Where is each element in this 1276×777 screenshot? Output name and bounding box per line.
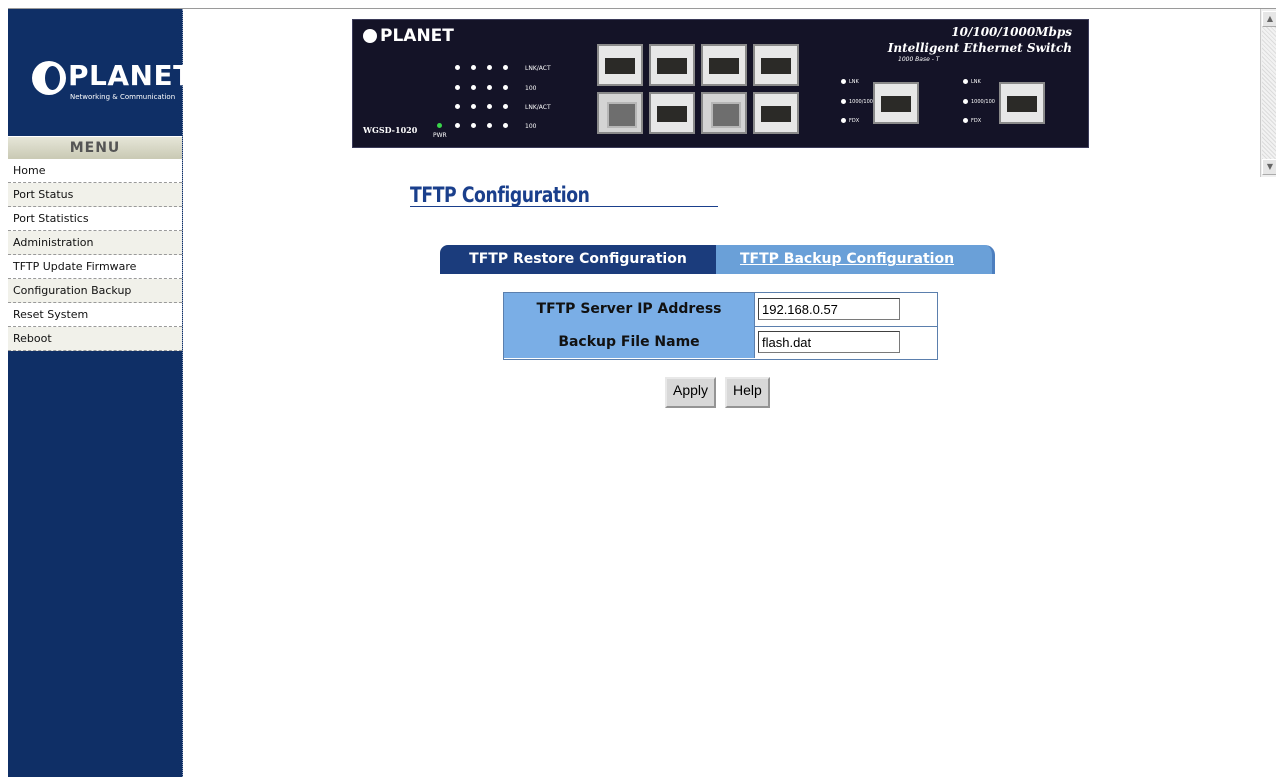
sidebar-item-port-status[interactable]: Port Status [8,183,182,207]
banner-title-line2: Intelligent Ethernet Switch [887,41,1072,55]
led-icon [471,85,476,90]
led-icon [455,85,460,90]
sidebar-menu: Home Port Status Port Statistics Adminis… [8,159,182,351]
sidebar-item-port-statistics[interactable]: Port Statistics [8,207,182,231]
switch-front-panel-banner: PLANET WGSD-1020 PWR LNK/ACT 100 LNK/ACT… [352,19,1089,148]
help-button[interactable]: Help [725,377,770,408]
header-scrollbar[interactable]: ▲ ▼ [1260,9,1276,177]
led-icon [963,118,968,123]
led-label: LNK/ACT [525,104,551,111]
planet-logo: PLANET Networking & Communication [8,9,192,136]
led-icon [455,123,460,128]
led-icon [503,104,508,109]
banner-title-line1: 10/100/1000Mbps [951,25,1072,39]
sidebar-item-reset-system[interactable]: Reset System [8,303,182,327]
sidebar-item-home[interactable]: Home [8,159,182,183]
rj45-port-icon [649,92,695,134]
rj45-port-icon [753,92,799,134]
tab-tftp-restore-configuration[interactable]: TFTP Restore Configuration [440,245,724,274]
banner-model: WGSD-1020 [363,125,418,135]
sidebar-item-tftp-update-firmware[interactable]: TFTP Update Firmware [8,255,182,279]
led-icon [841,118,846,123]
form-row-file-name: Backup File Name [504,326,937,358]
sidebar: PLANET Networking & Communication MENU H… [8,9,192,777]
sfp-port-icon [597,92,643,134]
rj45-port-icon [597,44,643,86]
led-label: LNK/ACT [525,65,551,72]
banner-pwr-label: PWR [433,132,447,139]
led-icon [503,85,508,90]
server-ip-input[interactable] [758,298,900,320]
form-row-server-ip: TFTP Server IP Address [504,293,937,327]
sidebar-item-administration[interactable]: Administration [8,231,182,255]
led-icon [487,104,492,109]
logo-tagline: Networking & Communication [70,93,176,101]
tftp-form-table: TFTP Server IP Address Backup File Name [503,292,938,360]
led-icon [471,65,476,70]
tab-tftp-backup-configuration[interactable]: TFTP Backup Configuration [716,245,995,274]
side-led-label: FDX [971,118,982,124]
logo-text: PLANET [68,59,193,92]
banner-subtitle: 1000 Base - T [898,56,940,63]
arrow-down-icon[interactable]: ▼ [1262,159,1276,175]
sidebar-item-configuration-backup[interactable]: Configuration Backup [8,279,182,303]
side-led-label: 1000/100 [971,99,995,105]
tab-tftp-backup-configuration-link[interactable]: TFTP Backup Configuration [716,251,954,267]
pwr-led-icon [437,123,442,128]
led-icon [963,79,968,84]
led-icon [841,79,846,84]
arrow-up-icon[interactable]: ▲ [1262,11,1276,27]
led-icon [455,104,460,109]
file-name-input[interactable] [758,331,900,353]
left-frame-edge [0,8,8,777]
menu-title: MENU [8,136,182,159]
rj45-port-icon [999,82,1045,124]
page-title: TFTP Configuration [410,183,590,207]
banner-title: 10/100/1000Mbps Intelligent Ethernet Swi… [888,24,1072,56]
planet-logo-icon [32,61,66,95]
led-icon [963,99,968,104]
side-led-label: LNK [971,79,981,85]
banner-brand-text: PLANET [380,26,454,46]
led-icon [471,123,476,128]
led-icon [503,65,508,70]
led-icon [471,104,476,109]
led-label: 100 [525,85,537,92]
led-icon [487,65,492,70]
side-led-label: FDX [849,118,860,124]
rj45-port-icon [649,44,695,86]
led-icon [487,85,492,90]
led-label: 100 [525,123,537,130]
led-icon [487,123,492,128]
file-name-label: Backup File Name [504,326,755,358]
led-icon [841,99,846,104]
rj45-port-icon [873,82,919,124]
sidebar-item-reboot[interactable]: Reboot [8,327,182,351]
title-underline [410,206,718,207]
rj45-port-icon [701,44,747,86]
window-top-border [0,0,1276,9]
side-led-label: LNK [849,79,859,85]
side-led-label: 1000/100 [849,99,873,105]
banner-logo: PLANET [363,26,454,46]
led-icon [455,65,460,70]
rj45-port-icon [753,44,799,86]
scrollbar-thumb[interactable] [1262,27,1276,159]
server-ip-label: TFTP Server IP Address [504,293,755,326]
led-icon [503,123,508,128]
apply-button[interactable]: Apply [665,377,717,408]
banner-logo-icon [363,29,377,43]
sfp-port-icon [701,92,747,134]
